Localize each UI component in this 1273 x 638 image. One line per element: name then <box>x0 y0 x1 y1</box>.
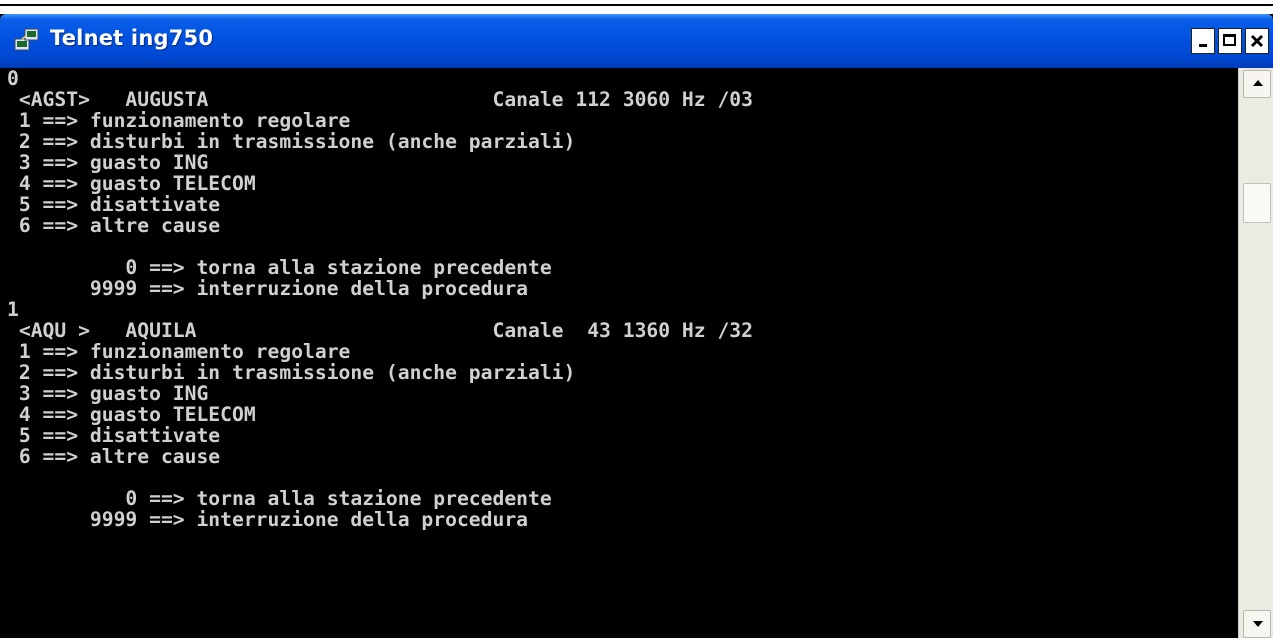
terminal-line: 0 <box>7 68 19 90</box>
terminal-line: 6 ==> altre cause <box>7 445 221 468</box>
scroll-down-button[interactable] <box>1243 610 1271 638</box>
terminal-line: 9999 ==> interruzione della procedura <box>7 508 529 531</box>
terminal-line: 0 ==> torna alla stazione precedente <box>7 256 552 279</box>
terminal-line: 9999 ==> interruzione della procedura <box>7 277 529 300</box>
window-title: Telnet ing750 <box>50 26 214 50</box>
terminal-line: 2 ==> disturbi in trasmissione (anche pa… <box>7 130 576 153</box>
terminal-line: <AGST> AUGUSTA Canale 112 3060 Hz /03 <box>7 88 753 111</box>
terminal-line: 5 ==> disattivate <box>7 424 221 447</box>
terminal-line: 0 ==> torna alla stazione precedente <box>7 487 552 510</box>
telnet-window: Telnet ing750 0 <AGST> AUGUSTA Canale 11… <box>0 14 1273 638</box>
terminal-output[interactable]: 0 <AGST> AUGUSTA Canale 112 3060 Hz /03 … <box>6 68 1238 638</box>
minimize-button[interactable] <box>1191 28 1215 54</box>
scroll-up-button[interactable] <box>1243 70 1271 98</box>
terminal-line: 6 ==> altre cause <box>7 214 221 237</box>
terminal-line: 2 ==> disturbi in trasmissione (anche pa… <box>7 361 576 384</box>
terminal-line: 1 ==> funzionamento regolare <box>7 340 351 363</box>
terminal-line: 3 ==> guasto ING <box>7 151 209 174</box>
terminal-line: 4 ==> guasto TELECOM <box>7 403 256 426</box>
title-bar[interactable]: Telnet ing750 <box>0 14 1273 68</box>
telnet-app-icon[interactable] <box>14 28 40 52</box>
terminal-line: 3 ==> guasto ING <box>7 382 209 405</box>
terminal-line: 1 ==> funzionamento regolare <box>7 109 351 132</box>
maximize-button[interactable] <box>1218 28 1242 54</box>
scrollbar-thumb[interactable] <box>1243 183 1271 223</box>
close-icon <box>1250 34 1264 48</box>
terminal-line: 4 ==> guasto TELECOM <box>7 172 256 195</box>
vertical-scrollbar[interactable] <box>1238 68 1273 638</box>
close-button[interactable] <box>1245 28 1269 54</box>
terminal-line: 1 <box>7 298 19 321</box>
terminal-text: 0 <AGST> AUGUSTA Canale 112 3060 Hz /03 … <box>6 68 1238 530</box>
top-border <box>0 0 1273 6</box>
terminal-line: <AQU > AQUILA Canale 43 1360 Hz /32 <box>7 319 753 342</box>
terminal-line: 5 ==> disattivate <box>7 193 221 216</box>
